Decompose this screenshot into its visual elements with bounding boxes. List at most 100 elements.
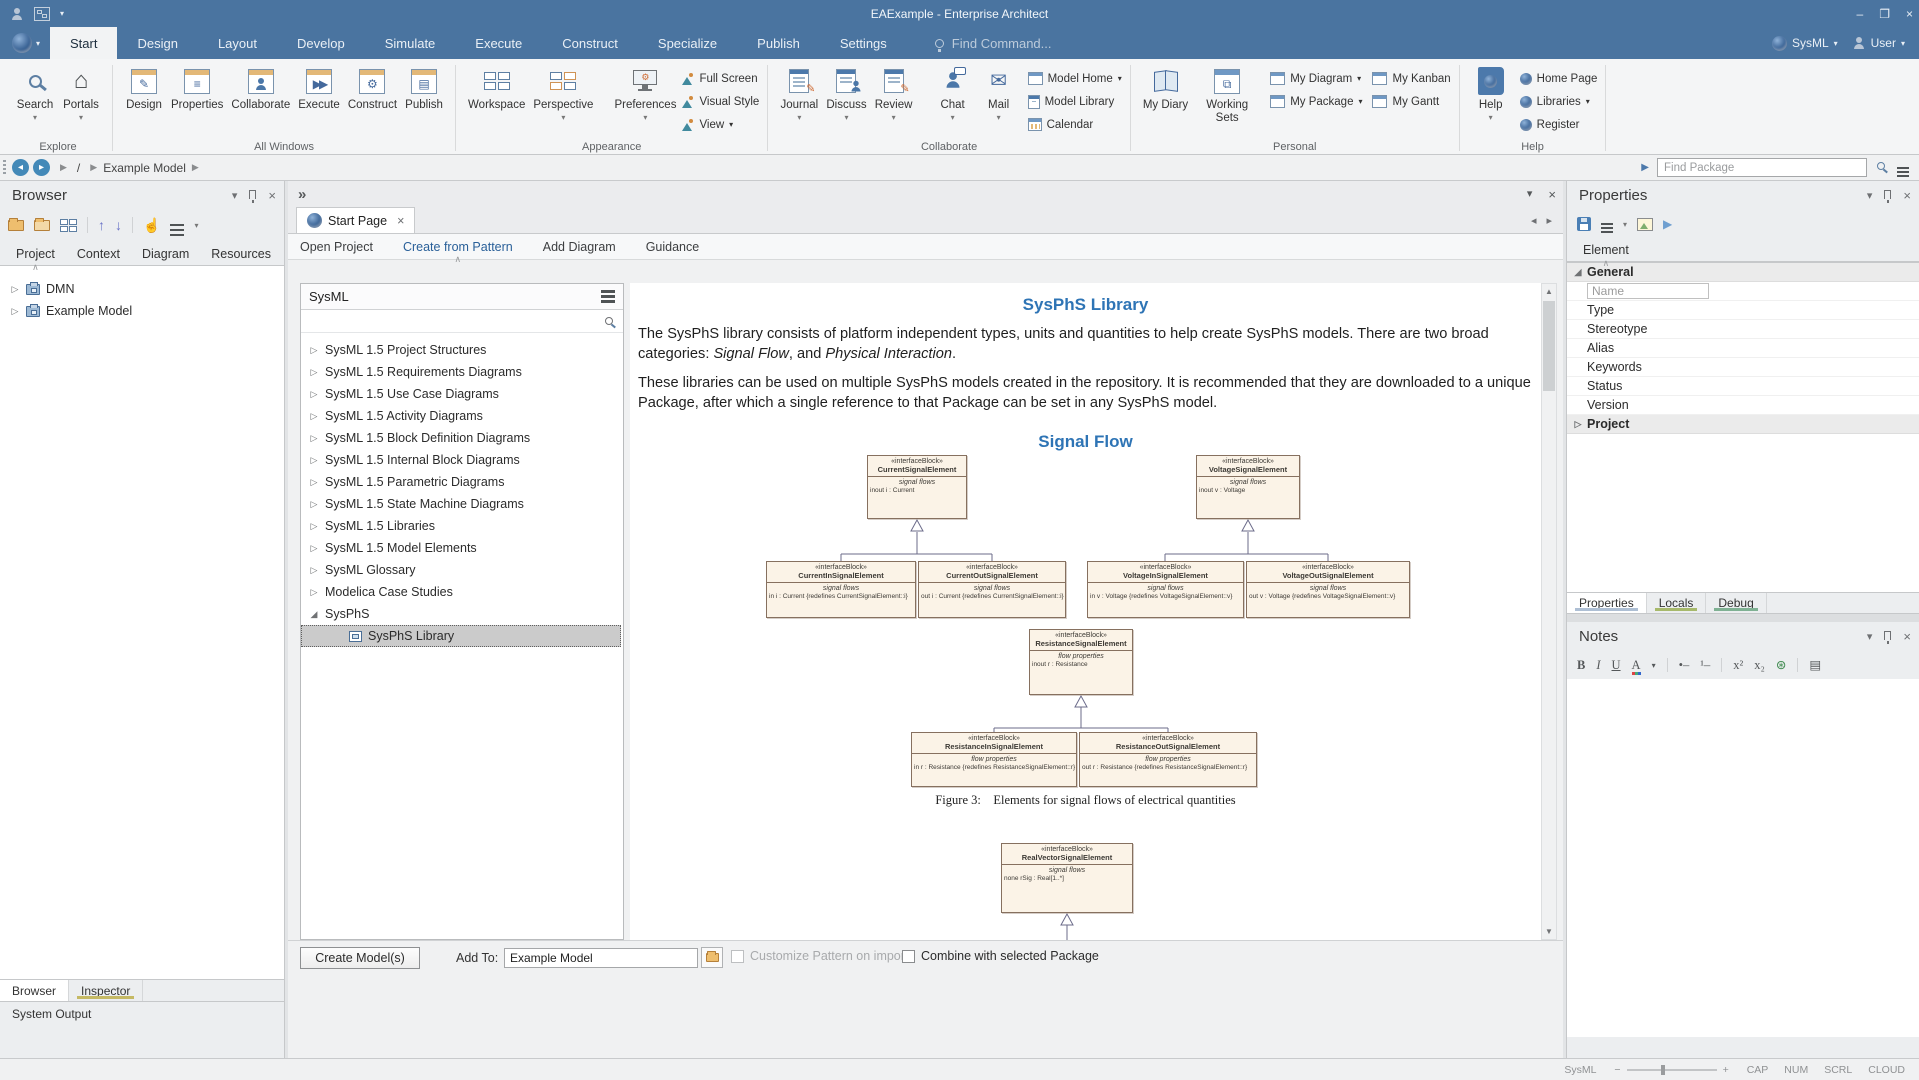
- close-icon[interactable]: ×: [1906, 7, 1913, 21]
- register-button[interactable]: Register: [1520, 113, 1598, 136]
- pattern-panel-menu-icon[interactable]: [601, 290, 615, 293]
- construct-button[interactable]: ⚙ Construct: [344, 63, 401, 112]
- move-down-icon[interactable]: ↓: [115, 217, 122, 233]
- expand-icon[interactable]: ▷: [10, 284, 20, 295]
- breadcrumb[interactable]: Example Model: [103, 161, 186, 175]
- bullet-list-icon[interactable]: •–: [1679, 658, 1690, 673]
- portals-button[interactable]: ⌂ Portals ▾: [58, 63, 104, 122]
- visual-style-button[interactable]: Visual Style: [680, 90, 759, 113]
- properties-dropdown-icon[interactable]: ▾: [1867, 189, 1873, 202]
- ribbon-tab-layout[interactable]: Layout: [198, 27, 277, 59]
- browser-pin-icon[interactable]: [249, 190, 256, 199]
- review-button[interactable]: ✎ Review ▾: [871, 63, 917, 122]
- subtab-add-diagram[interactable]: Add Diagram: [543, 234, 616, 259]
- browser-tab-resources[interactable]: Resources: [201, 243, 281, 265]
- libraries-button[interactable]: Libraries ▾: [1520, 90, 1598, 113]
- numbered-list-icon[interactable]: ¹–: [1700, 658, 1710, 673]
- perspective-button[interactable]: SysML ▾: [1772, 36, 1838, 51]
- system-output-caption[interactable]: System Output: [0, 1001, 284, 1025]
- journal-button[interactable]: ✎ Journal ▾: [776, 63, 822, 122]
- window-menu-icon[interactable]: [1897, 167, 1909, 169]
- notes-pin-icon[interactable]: [1884, 631, 1891, 640]
- pattern-item-sysml-1-5-block-definition-diagrams[interactable]: ▷SysML 1.5 Block Definition Diagrams: [301, 427, 623, 449]
- expand-icon[interactable]: ▷: [1573, 419, 1583, 430]
- scroll-up-icon[interactable]: ▲: [1542, 284, 1556, 299]
- customize-pattern-checkbox[interactable]: Customize Pattern on import: [731, 949, 908, 963]
- pattern-item-sysml-1-5-use-case-diagrams[interactable]: ▷SysML 1.5 Use Case Diagrams: [301, 383, 623, 405]
- ribbon-tab-settings[interactable]: Settings: [820, 27, 907, 59]
- model-home-button[interactable]: Model Home ▾: [1028, 67, 1122, 90]
- property-row-version[interactable]: Version: [1567, 396, 1919, 415]
- left-splitter[interactable]: [285, 181, 288, 1058]
- ribbon-tab-develop[interactable]: Develop: [277, 27, 365, 59]
- superscript-icon[interactable]: x²: [1733, 658, 1743, 673]
- pattern-item-sysml-glossary[interactable]: ▷SysML Glossary: [301, 559, 623, 581]
- workspace-button[interactable]: Workspace: [464, 63, 529, 112]
- create-models-button[interactable]: Create Model(s): [300, 947, 420, 969]
- pattern-item-sysml-1-5-activity-diagrams[interactable]: ▷SysML 1.5 Activity Diagrams: [301, 405, 623, 427]
- chat-button[interactable]: Chat ▾: [930, 63, 976, 122]
- ribbon-tab-construct[interactable]: Construct: [542, 27, 638, 59]
- notes-close-icon[interactable]: ×: [1903, 629, 1911, 644]
- full-screen-button[interactable]: Full Screen: [680, 67, 759, 90]
- home-page-button[interactable]: Home Page: [1520, 67, 1598, 90]
- expand-icon[interactable]: ▷: [309, 543, 319, 554]
- diagram-block-resistanceoutsignalelement[interactable]: «interfaceBlock»ResistanceOutSignalEleme…: [1079, 732, 1257, 787]
- save-icon[interactable]: [1577, 217, 1591, 231]
- design-button[interactable]: ✎ Design: [121, 63, 167, 112]
- property-group-project[interactable]: ▷Project: [1567, 415, 1919, 434]
- browser-menu-icon[interactable]: [170, 224, 184, 227]
- find-package-box[interactable]: [1657, 158, 1867, 177]
- diagram-block-resistanceinsignalelement[interactable]: «interfaceBlock»ResistanceInSignalElemen…: [911, 732, 1077, 787]
- diagram-tool-icon[interactable]: [60, 219, 77, 232]
- collaborate-button[interactable]: Collaborate: [227, 63, 294, 112]
- tree-item-dmn[interactable]: ▷DMN: [0, 278, 284, 300]
- start-page-tab[interactable]: Start Page ×: [296, 207, 415, 233]
- tree-item-example-model[interactable]: ▷Example Model: [0, 300, 284, 322]
- scroll-down-icon[interactable]: ▼: [1542, 924, 1556, 939]
- diagram-block-currentsignalelement[interactable]: «interfaceBlock»CurrentSignalElementsign…: [867, 455, 967, 519]
- expand-icon[interactable]: ▷: [309, 411, 319, 422]
- pattern-item-sysphs[interactable]: ◢SysPhS: [301, 603, 623, 625]
- zoom-in-icon[interactable]: +: [1723, 1064, 1729, 1076]
- property-row-type[interactable]: Type: [1567, 301, 1919, 320]
- ribbon-tab-publish[interactable]: Publish: [737, 27, 820, 59]
- working-sets-button[interactable]: ⧉ Working Sets: [1192, 63, 1262, 125]
- combine-package-checkbox-box[interactable]: [902, 950, 915, 963]
- move-up-icon[interactable]: ↑: [98, 217, 105, 233]
- select-pointer-icon[interactable]: ☝: [143, 217, 160, 234]
- insert-document-icon[interactable]: ▤: [1809, 657, 1821, 673]
- my-kanban-button[interactable]: My Kanban: [1372, 67, 1450, 90]
- collapse-icon[interactable]: ◢: [309, 609, 319, 620]
- properties-close-icon[interactable]: ×: [1903, 188, 1911, 203]
- expand-icon[interactable]: ▷: [309, 389, 319, 400]
- ribbon-tab-design[interactable]: Design: [117, 27, 197, 59]
- help-button[interactable]: Help ▾: [1468, 63, 1514, 122]
- forward-icon[interactable]: ▶: [1663, 217, 1672, 231]
- discuss-button[interactable]: Discuss ▾: [822, 63, 870, 122]
- browser-dropdown-icon[interactable]: ▾: [232, 189, 238, 202]
- subtab-open-project[interactable]: Open Project: [300, 234, 373, 259]
- expand-icon[interactable]: ▷: [309, 587, 319, 598]
- properties-pin-icon[interactable]: [1884, 190, 1891, 199]
- my-diary-button[interactable]: My Diary: [1139, 63, 1192, 112]
- dock-tab-inspector[interactable]: Inspector: [69, 980, 143, 1001]
- model-library-button[interactable]: Model Library: [1028, 90, 1122, 113]
- perspective-ribbon-button[interactable]: Perspective ▾: [529, 63, 597, 122]
- collapse-icon[interactable]: ◢: [1573, 267, 1583, 278]
- nav-forward-button[interactable]: ▸: [33, 159, 50, 176]
- ribbon-tab-simulate[interactable]: Simulate: [365, 27, 456, 59]
- my-gantt-button[interactable]: My Gantt: [1372, 90, 1450, 113]
- expand-icon[interactable]: ▷: [309, 455, 319, 466]
- add-to-input[interactable]: [504, 948, 698, 968]
- expand-panel-icon[interactable]: ▶: [1641, 162, 1649, 173]
- expand-icon[interactable]: ▷: [309, 477, 319, 488]
- property-row-keywords[interactable]: Keywords: [1567, 358, 1919, 377]
- property-group-general[interactable]: ◢General: [1567, 263, 1919, 282]
- properties-tab-debug[interactable]: Debug: [1706, 593, 1766, 613]
- docbar-dropdown-icon[interactable]: ▾: [1527, 187, 1533, 202]
- dock-tab-browser[interactable]: Browser: [0, 980, 69, 1001]
- ribbon-tab-specialize[interactable]: Specialize: [638, 27, 737, 59]
- zoom-track[interactable]: [1627, 1069, 1717, 1071]
- browser-close-icon[interactable]: ×: [268, 188, 276, 203]
